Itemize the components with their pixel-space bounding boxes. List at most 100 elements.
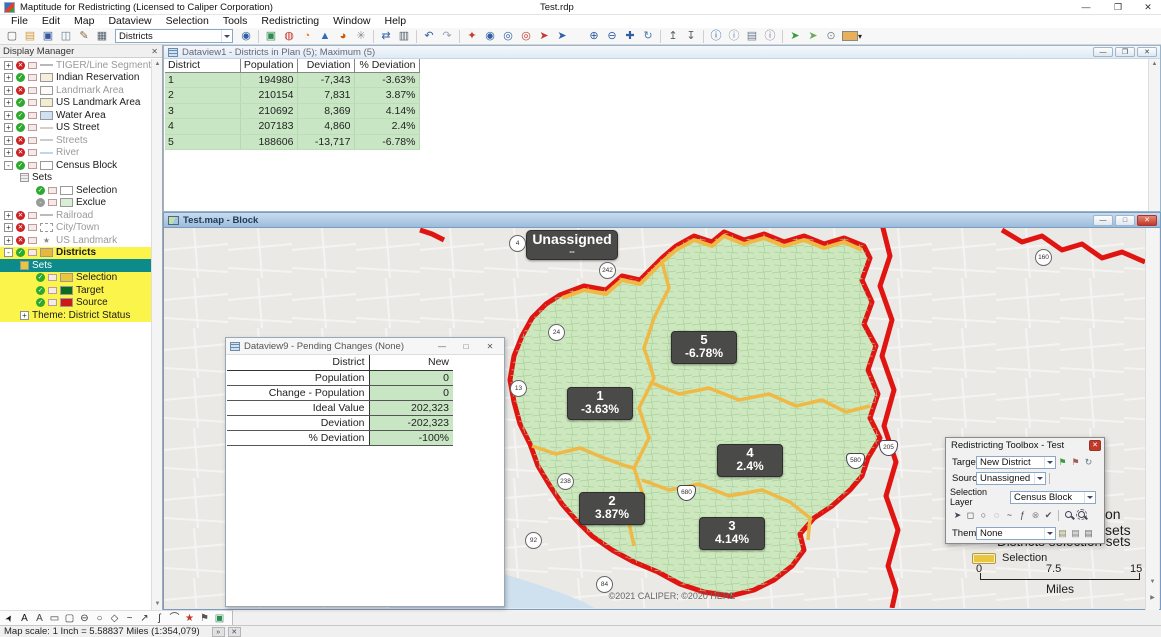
pending-titlebar[interactable]: Dataview9 - Pending Changes (None) — □ ✕ — [226, 338, 504, 355]
expand-icon[interactable]: + — [4, 148, 13, 157]
pending-row[interactable]: Population0 — [227, 370, 453, 385]
pending-row[interactable]: % Deviation-100% — [227, 430, 453, 445]
layer-row-us-street[interactable]: +✓US Street — [0, 122, 151, 135]
layer-visible-icon[interactable]: ✓ — [16, 248, 25, 257]
layer-visible-icon[interactable]: ✓ — [16, 98, 25, 107]
layer-row-sets[interactable]: Sets — [0, 259, 151, 272]
swap-target-source-icon[interactable]: ↻ — [1082, 456, 1095, 468]
pending-row[interactable]: Deviation-202,323 — [227, 415, 453, 430]
layer-visible-icon[interactable]: ✓ — [16, 123, 25, 132]
layer-hidden-icon[interactable]: ✕ — [16, 211, 25, 220]
layer-visible-icon[interactable]: ✓ — [36, 186, 45, 195]
expand-icon[interactable]: + — [20, 311, 29, 320]
layer-partial-icon[interactable]: - — [36, 198, 45, 207]
layer-row-target[interactable]: ✓Target — [0, 284, 151, 297]
scroll-down-icon[interactable]: ▼ — [152, 599, 163, 610]
labels-icon[interactable] — [28, 237, 37, 244]
table-row[interactable]: 42071834,8602.4% — [165, 119, 419, 135]
cancel-changes-icon[interactable]: ⊗ — [1029, 509, 1042, 521]
text-frame-icon[interactable]: A — [32, 612, 47, 625]
save-icon[interactable]: ▣ — [39, 29, 57, 44]
labels-icon[interactable] — [28, 62, 37, 69]
toolbox-titlebar[interactable]: Redistricting Toolbox - Test ✕ — [946, 438, 1104, 452]
layer-hidden-icon[interactable]: ✕ — [16, 223, 25, 232]
display-manager-close-icon[interactable]: ✕ — [151, 47, 162, 56]
scroll-right-icon[interactable]: ▶ — [1146, 593, 1159, 604]
layer-visible-icon[interactable]: ✓ — [16, 161, 25, 170]
redo-icon[interactable]: ↷ — [438, 29, 456, 44]
layer-row-exclue[interactable]: -Exclue — [0, 197, 151, 210]
labels-icon[interactable] — [48, 274, 57, 281]
layer-row-indian-reservation[interactable]: +✓Indian Reservation — [0, 72, 151, 85]
menu-selection[interactable]: Selection — [159, 15, 216, 28]
set-source-flag-icon[interactable]: ⚑ — [1069, 456, 1082, 468]
polygon-icon[interactable]: ◇ — [107, 612, 122, 625]
layer-visible-icon[interactable]: ✓ — [36, 286, 45, 295]
pending-close-button[interactable]: ✕ — [479, 340, 501, 353]
layer-row-selection[interactable]: ✓Selection — [0, 272, 151, 285]
zoom-icon[interactable] — [1062, 509, 1075, 521]
dataview1-scrollbar[interactable]: ▲ — [1148, 59, 1160, 211]
layer-row-streets[interactable]: +✕Streets — [0, 134, 151, 147]
layer-visible-icon[interactable]: ✓ — [36, 298, 45, 307]
expand-icon[interactable]: + — [4, 61, 13, 70]
pin-icon[interactable]: ✦ — [463, 29, 481, 44]
layer-hidden-icon[interactable]: ✕ — [16, 136, 25, 145]
column-header-deviation[interactable]: Deviation — [297, 59, 354, 72]
expand-icon[interactable]: + — [4, 73, 13, 82]
set-target-flag-icon[interactable]: ⚑ — [1056, 456, 1069, 468]
menu-window[interactable]: Window — [326, 15, 377, 28]
menu-dataview[interactable]: Dataview — [101, 15, 158, 28]
layer-hidden-icon[interactable]: ✕ — [16, 236, 25, 245]
layer-hidden-icon[interactable]: ✕ — [16, 148, 25, 157]
new-icon[interactable]: ▢ — [3, 29, 21, 44]
info-multi-icon[interactable]: ⓘ — [725, 29, 743, 44]
new-map-icon[interactable]: ▣ — [262, 29, 280, 44]
freehand-icon[interactable]: ~ — [122, 612, 137, 625]
load-theme-icon[interactable]: ▤ — [1069, 527, 1082, 539]
menu-tools[interactable]: Tools — [216, 15, 255, 28]
theme-combo[interactable]: None — [976, 527, 1056, 540]
expand-icon[interactable]: + — [4, 223, 13, 232]
report-icon[interactable]: ▥ — [395, 29, 413, 44]
labels-icon[interactable] — [48, 187, 57, 194]
layer-row-tiger-line-segment[interactable]: +✕TIGER/Line Segment — [0, 59, 151, 72]
next-scale-icon[interactable]: ↧ — [682, 29, 700, 44]
undo-icon[interactable]: ↶ — [420, 29, 438, 44]
info-find-icon[interactable]: ⓘ — [761, 29, 779, 44]
window-restore-button[interactable]: ❐ — [1104, 0, 1132, 14]
label-area-icon[interactable]: ➤ — [804, 29, 822, 44]
scroll-up-icon[interactable]: ▲ — [1149, 59, 1160, 70]
layer-row-city-town[interactable]: +✕City/Town — [0, 222, 151, 235]
select-pointer-red-icon[interactable]: ➤ — [535, 29, 553, 44]
dataview1-restore-button[interactable]: ❐ — [1115, 47, 1135, 57]
pending-changes-table[interactable]: District New Population0Change - Populat… — [227, 355, 453, 446]
column-header-deviation[interactable]: % Deviation — [354, 59, 419, 72]
layer-row-us-landmark-area[interactable]: +✓US Landmark Area — [0, 97, 151, 110]
labels-icon[interactable] — [28, 249, 37, 256]
map-scrollbar[interactable]: ▼ ▶ — [1145, 228, 1159, 610]
target-circle-icon[interactable]: ◉ — [481, 29, 499, 44]
target-combo[interactable]: New District — [976, 456, 1056, 469]
chevron-down-icon[interactable] — [221, 30, 232, 42]
previous-scale-icon[interactable]: ↥ — [664, 29, 682, 44]
layer-row-districts[interactable]: -✓Districts — [0, 247, 151, 260]
layer-row-railroad[interactable]: +✕Railroad — [0, 209, 151, 222]
polyline-select-icon[interactable]: ~ — [1003, 509, 1016, 521]
menu-file[interactable]: File — [4, 15, 35, 28]
pan-icon[interactable]: ✚ — [621, 29, 639, 44]
expand-icon[interactable]: + — [4, 211, 13, 220]
table-row[interactable]: 5188606-13,717-6.78% — [165, 134, 419, 150]
status-close-button[interactable]: ✕ — [228, 627, 241, 637]
collapse-icon[interactable]: - — [4, 161, 13, 170]
expand-icon[interactable]: + — [4, 86, 13, 95]
zoom-in-icon[interactable]: ⊕ — [585, 29, 603, 44]
menu-redistricting[interactable]: Redistricting — [254, 15, 326, 28]
star-icon[interactable]: ★ — [182, 612, 197, 625]
fill-color-button[interactable] — [842, 31, 858, 41]
menu-edit[interactable]: Edit — [35, 15, 67, 28]
freehand-select-icon[interactable]: ◌ — [990, 509, 1003, 521]
dataview1-titlebar[interactable]: Dataview1 - Districts in Plan (5); Maxim… — [164, 46, 1160, 59]
dataview1-close-button[interactable]: ✕ — [1137, 47, 1157, 57]
prism-theme-icon[interactable]: ▲ — [316, 29, 334, 44]
